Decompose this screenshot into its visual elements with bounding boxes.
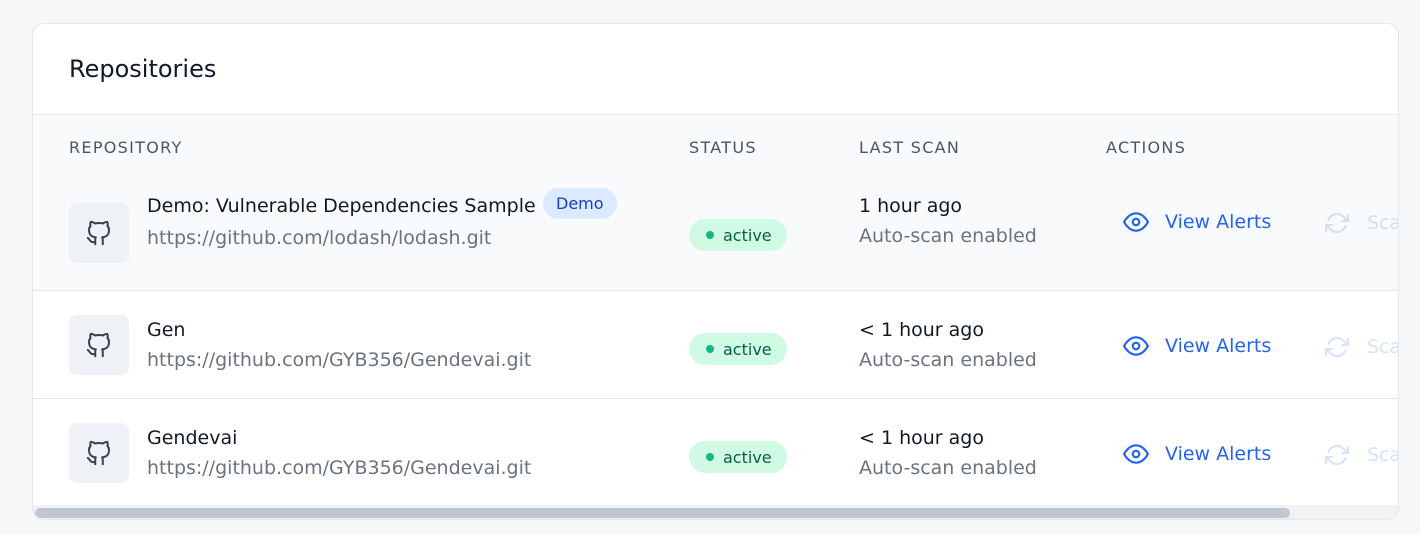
scrollbar-thumb[interactable] xyxy=(35,508,1290,518)
repo-name: Demo: Vulnerable Dependencies Sample xyxy=(147,195,536,217)
table-header: REPOSITORY STATUS LAST SCAN ACTIONS xyxy=(33,115,1398,179)
horizontal-scrollbar[interactable] xyxy=(33,505,1398,519)
table-row: Demo: Vulnerable Dependencies Sample Dem… xyxy=(33,179,1398,291)
repo-url: https://github.com/lodash/lodash.git xyxy=(147,227,492,249)
status-text: active xyxy=(723,225,772,245)
eye-icon xyxy=(1123,444,1149,464)
repo-avatar xyxy=(69,203,129,263)
table-row: Gendevai https://github.com/GYB356/Gende… xyxy=(33,399,1398,506)
eye-icon xyxy=(1123,212,1149,232)
github-icon xyxy=(86,332,110,358)
demo-badge: Demo xyxy=(543,188,617,219)
scan-mode: Auto-scan enabled xyxy=(859,349,1037,371)
status-dot xyxy=(706,231,714,239)
github-icon xyxy=(86,440,110,466)
scan-label: Scan xyxy=(1367,336,1398,358)
repositories-card: Repositories REPOSITORY STATUS LAST SCAN… xyxy=(32,23,1399,520)
scan-mode: Auto-scan enabled xyxy=(859,225,1037,247)
status-badge: active xyxy=(689,333,787,365)
view-alerts-button[interactable]: View Alerts xyxy=(1123,209,1271,235)
last-scan-time: < 1 hour ago xyxy=(859,319,984,341)
card-title: Repositories xyxy=(69,55,217,83)
view-alerts-button[interactable]: View Alerts xyxy=(1123,441,1271,467)
scan-mode: Auto-scan enabled xyxy=(859,457,1037,479)
scan-label: Scan xyxy=(1367,444,1398,466)
column-header-last-scan: LAST SCAN xyxy=(859,138,961,157)
status-badge: active xyxy=(689,441,787,473)
repositories-table: REPOSITORY STATUS LAST SCAN ACTIONS Demo… xyxy=(33,115,1398,506)
view-alerts-button[interactable]: View Alerts xyxy=(1123,333,1271,359)
column-header-repository: REPOSITORY xyxy=(69,138,183,157)
scan-button[interactable]: Scan xyxy=(1325,443,1398,467)
status-text: active xyxy=(723,339,772,359)
eye-icon xyxy=(1123,336,1149,356)
view-alerts-label: View Alerts xyxy=(1165,335,1272,357)
repo-url: https://github.com/GYB356/Gendevai.git xyxy=(147,349,532,371)
card-header: Repositories xyxy=(33,24,1398,115)
scan-label: Scan xyxy=(1367,212,1398,234)
scan-button[interactable]: Scan xyxy=(1325,335,1398,359)
repo-avatar xyxy=(69,423,129,483)
status-text: active xyxy=(723,447,772,467)
repo-url: https://github.com/GYB356/Gendevai.git xyxy=(147,457,532,479)
table-row: Gen https://github.com/GYB356/Gendevai.g… xyxy=(33,291,1398,399)
repo-name: Gen xyxy=(147,319,186,341)
column-header-status: STATUS xyxy=(689,138,757,157)
repo-name: Gendevai xyxy=(147,427,238,449)
refresh-icon xyxy=(1325,213,1349,233)
refresh-icon xyxy=(1325,445,1349,465)
refresh-icon xyxy=(1325,337,1349,357)
last-scan-time: < 1 hour ago xyxy=(859,427,984,449)
github-icon xyxy=(86,220,110,246)
view-alerts-label: View Alerts xyxy=(1165,443,1272,465)
view-alerts-label: View Alerts xyxy=(1165,211,1272,233)
status-dot xyxy=(706,345,714,353)
status-dot xyxy=(706,453,714,461)
scan-button[interactable]: Scan xyxy=(1325,211,1398,235)
repo-avatar xyxy=(69,315,129,375)
column-header-actions: ACTIONS xyxy=(1106,138,1187,157)
status-badge: active xyxy=(689,219,787,251)
last-scan-time: 1 hour ago xyxy=(859,195,963,217)
